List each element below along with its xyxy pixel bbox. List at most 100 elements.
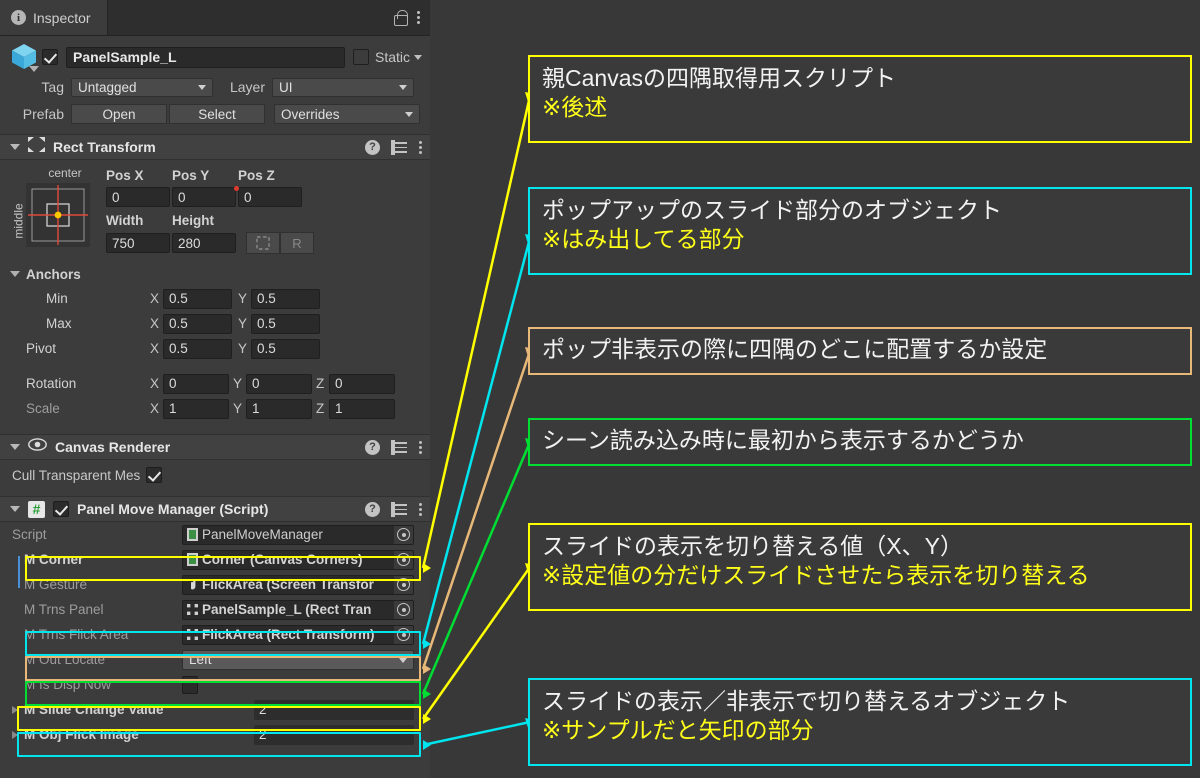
preset-settings-icon[interactable] <box>391 501 407 517</box>
pivot-y-input[interactable]: 0.5 <box>251 338 320 359</box>
m-slide-change-value-size-input[interactable]: 2 <box>254 699 414 720</box>
help-icon[interactable]: ? <box>365 139 380 155</box>
m-gesture-object-field[interactable]: FlickArea (Screen Transfor <box>182 574 414 595</box>
preset-settings-icon[interactable] <box>391 439 407 455</box>
tab-inspector[interactable]: i Inspector <box>0 0 108 35</box>
foldout-arrow-icon[interactable] <box>10 506 20 512</box>
raw-edit-button[interactable]: R <box>280 232 314 254</box>
axis-y-label: Y <box>238 291 248 306</box>
prefab-overrides-dropdown[interactable]: Overrides <box>274 104 420 124</box>
kebab-menu-icon[interactable] <box>416 11 420 24</box>
height-input[interactable]: 280 <box>172 233 236 253</box>
object-picker-icon[interactable] <box>394 625 413 644</box>
m-trns-flick-area-object-field[interactable]: FlickArea (Rect Transform) <box>182 624 414 645</box>
foldout-arrow-icon[interactable] <box>12 730 18 739</box>
static-chevron-down-icon[interactable] <box>414 54 422 60</box>
info-icon: i <box>11 10 26 25</box>
m-is-disp-now-checkbox[interactable] <box>182 675 198 694</box>
pivot-x-input[interactable]: 0.5 <box>163 338 232 359</box>
kebab-menu-icon[interactable] <box>418 140 422 154</box>
chevron-down-icon <box>399 85 407 90</box>
pos-z-input[interactable]: 0 <box>238 187 302 207</box>
help-icon[interactable]: ? <box>365 501 380 517</box>
anchor-max-x-input[interactable]: 0.5 <box>163 313 232 334</box>
inspector-tabbar: i Inspector <box>0 0 430 36</box>
prefab-open-button[interactable]: Open <box>71 104 167 124</box>
object-picker-icon[interactable] <box>394 525 413 544</box>
rotation-x-input[interactable]: 0 <box>163 373 229 394</box>
height-label: Height <box>172 212 214 228</box>
unlocked-padlock-icon[interactable] <box>393 9 408 26</box>
anchors-foldout[interactable]: Anchors <box>0 262 430 286</box>
help-icon[interactable]: ? <box>365 439 380 455</box>
annotation-line: スライドの表示／非表示で切り替えるオブジェクト <box>542 688 1071 714</box>
annotation-line: シーン読み込み時に最初から表示するかどうか <box>542 427 1024 454</box>
rotation-z-input[interactable]: 0 <box>329 373 395 394</box>
panel-move-manager-title: Panel Move Manager (Script) <box>77 501 269 517</box>
axis-y-label: Y <box>233 401 243 416</box>
scale-y-input[interactable]: 1 <box>246 398 312 419</box>
width-input[interactable]: 750 <box>106 233 170 253</box>
scale-x-input[interactable]: 1 <box>163 398 229 419</box>
rect-transform-body: center middle Pos X Pos Y Pos Z 0 0 0 Wi… <box>0 160 430 262</box>
blueprint-mode-button[interactable] <box>246 232 280 254</box>
layer-dropdown[interactable]: UI <box>272 77 414 97</box>
m-out-locate-dropdown[interactable]: Left <box>182 649 414 670</box>
anchor-min-y-input[interactable]: 0.5 <box>251 288 320 309</box>
anchor-preset-widget[interactable]: center middle <box>10 166 106 256</box>
component-header-panel-move-manager[interactable]: # Panel Move Manager (Script) ? <box>0 496 430 522</box>
m-trns-panel-object-field[interactable]: PanelSample_L (Rect Tran <box>182 599 414 620</box>
field-row-m-trns-flick-area: M Trns Flick Area FlickArea (Rect Transf… <box>0 622 430 647</box>
component-header-rect-transform[interactable]: Rect Transform ? <box>0 134 430 160</box>
rotation-y-input[interactable]: 0 <box>246 373 312 394</box>
m-obj-flick-image-size-input[interactable]: 2 <box>254 724 414 745</box>
field-row-m-corner: M Corner Corner (Canvas Corners) <box>0 547 430 572</box>
static-checkbox[interactable] <box>352 49 369 65</box>
static-label: Static <box>374 49 410 65</box>
gameobject-enabled-checkbox[interactable] <box>42 49 58 65</box>
tag-label: Tag <box>41 79 64 95</box>
anchor-min-x-input[interactable]: 0.5 <box>163 288 232 309</box>
tag-dropdown[interactable]: Untagged <box>71 77 213 97</box>
m-slide-change-value-label: M Slide Change Value <box>24 702 164 717</box>
script-asset-icon: # <box>28 500 45 518</box>
prefab-cube-icon <box>8 42 42 72</box>
object-picker-icon[interactable] <box>394 600 413 619</box>
cull-transparent-mesh-row: Cull Transparent Mes <box>0 460 430 490</box>
layer-label: Layer <box>229 79 265 95</box>
cull-transparent-mesh-label: Cull Transparent Mes <box>12 467 141 483</box>
foldout-arrow-icon[interactable] <box>10 144 20 150</box>
prefab-label: Prefab <box>22 106 64 122</box>
preset-settings-icon[interactable] <box>391 139 407 155</box>
pos-x-input[interactable]: 0 <box>106 187 170 207</box>
panel-move-manager-enabled-checkbox[interactable] <box>53 501 69 517</box>
pivot-row: Pivot X 0.5 Y 0.5 <box>0 336 430 361</box>
m-trns-panel-value: PanelSample_L (Rect Tran <box>202 602 372 617</box>
axis-x-label: X <box>150 401 160 416</box>
cull-transparent-mesh-checkbox[interactable] <box>146 467 163 483</box>
gameobject-name-input[interactable]: PanelSample_L <box>66 46 345 68</box>
prefab-select-button[interactable]: Select <box>169 104 265 124</box>
overrides-label: Overrides <box>281 106 340 122</box>
pivot-label: Pivot <box>26 341 57 356</box>
script-object-field[interactable]: PanelMoveManager <box>182 524 414 545</box>
m-corner-object-field[interactable]: Corner (Canvas Corners) <box>182 549 414 570</box>
object-picker-icon[interactable] <box>394 575 413 594</box>
foldout-arrow-icon[interactable] <box>12 705 18 714</box>
component-header-canvas-renderer[interactable]: Canvas Renderer ? <box>0 434 430 460</box>
modified-dot-icon <box>234 186 239 191</box>
rotation-row: Rotation X 0 Y 0 Z 0 <box>0 371 430 396</box>
hand-cursor-icon <box>186 578 199 591</box>
kebab-menu-icon[interactable] <box>418 502 422 516</box>
field-row-m-gesture: M Gesture FlickArea (Screen Transfor <box>0 572 430 597</box>
pos-y-input[interactable]: 0 <box>172 187 236 207</box>
kebab-menu-icon[interactable] <box>418 440 422 454</box>
object-picker-icon[interactable] <box>394 550 413 569</box>
m-corner-label: M Corner <box>24 552 84 567</box>
foldout-arrow-icon[interactable] <box>10 444 20 450</box>
axis-x-label: X <box>150 341 160 356</box>
anchor-max-y-input[interactable]: 0.5 <box>251 313 320 334</box>
scale-z-input[interactable]: 1 <box>329 398 395 419</box>
width-label: Width <box>106 212 144 228</box>
anchors-min-row: Min X 0.5 Y 0.5 <box>0 286 430 311</box>
